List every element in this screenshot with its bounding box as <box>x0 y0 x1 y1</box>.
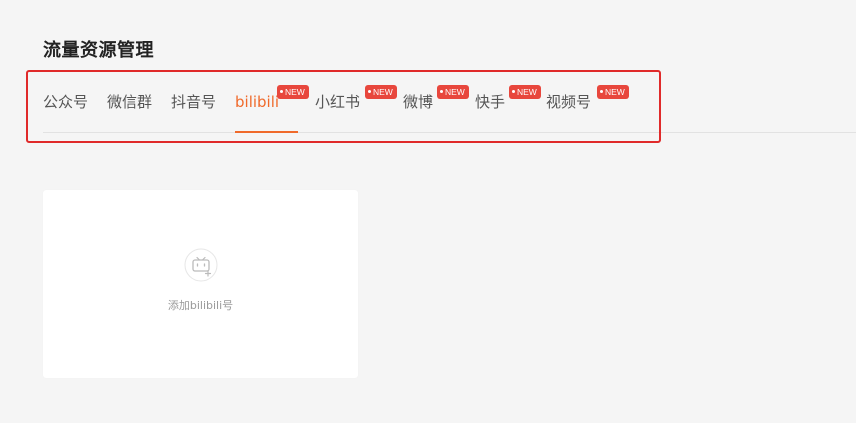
add-account-card[interactable]: 添加bilibili号 <box>43 190 358 378</box>
bilibili-tv-add-icon <box>184 248 218 282</box>
tabs-highlight-box <box>26 70 661 143</box>
add-account-label: 添加bilibili号 <box>167 299 234 312</box>
page-title: 流量资源管理 <box>43 40 154 61</box>
